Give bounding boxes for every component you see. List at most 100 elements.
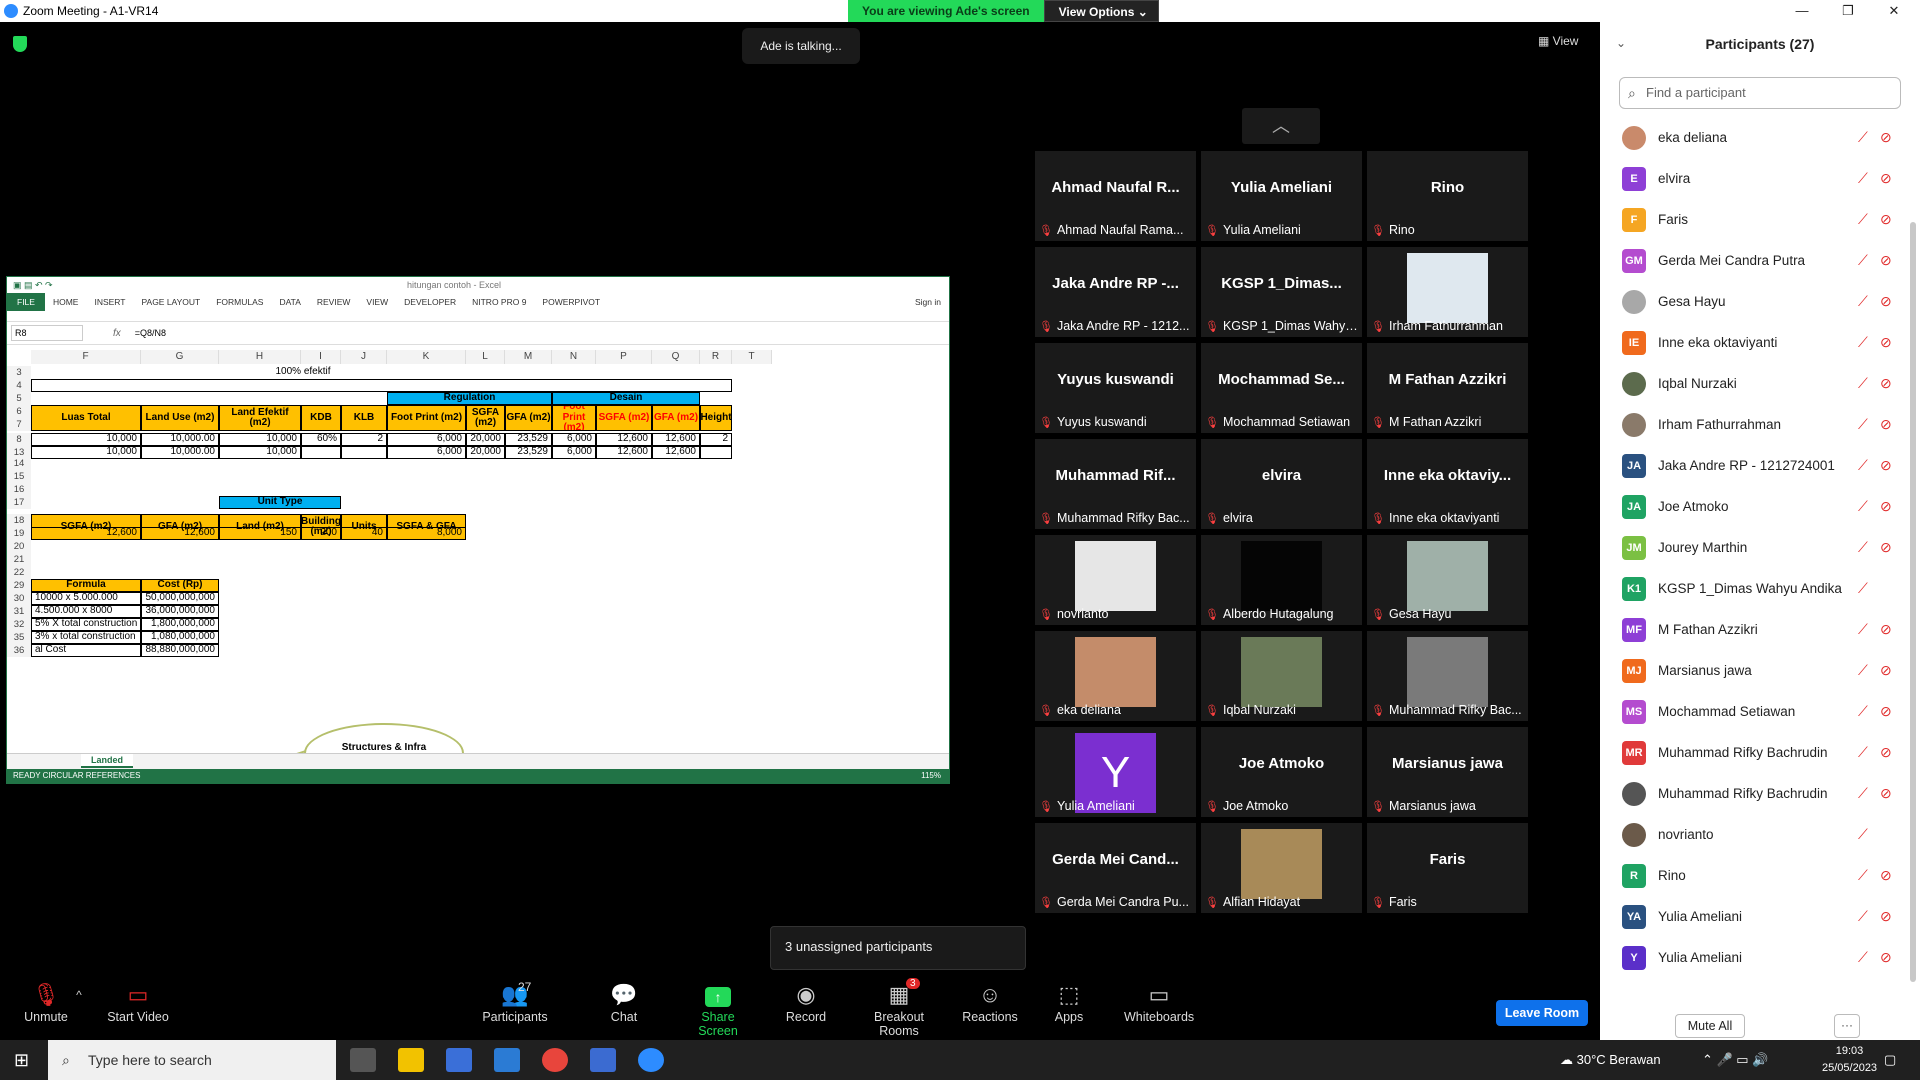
mail-icon[interactable] <box>494 1048 520 1072</box>
video-tile[interactable]: KGSP 1_Dimas... 🎙 KGSP 1_Dimas Wahyu... <box>1201 247 1362 337</box>
participants-button[interactable]: 👥 27 Participants <box>476 980 554 1024</box>
participants-panel-title: Participants (27) <box>1705 36 1815 52</box>
video-tile[interactable]: 🎙 novrianto <box>1035 535 1196 625</box>
tile-caption: 🎙 Alfian Hidayat <box>1205 895 1358 909</box>
row-header: 35 <box>7 631 31 644</box>
audio-options-caret[interactable]: ^ <box>72 980 86 1010</box>
participant-list-item[interactable]: Irham Fathurrahman ⟋ ⊘ <box>1600 404 1910 445</box>
video-tile[interactable]: Faris 🎙 Faris <box>1367 823 1528 913</box>
video-tile[interactable]: 🎙 Iqbal Nurzaki <box>1201 631 1362 721</box>
participant-list-item[interactable]: novrianto ⟋ <box>1600 814 1910 855</box>
close-button[interactable]: ✕ <box>1872 0 1916 22</box>
tile-caption: 🎙 Gesa Hayu <box>1371 607 1524 621</box>
video-tile[interactable]: M Fathan Azzikri 🎙 M Fathan Azzikri <box>1367 343 1528 433</box>
participant-list-item[interactable]: Iqbal Nurzaki ⟋ ⊘ <box>1600 363 1910 404</box>
table-cell: 40 <box>341 527 387 540</box>
video-tile[interactable]: Mochammad Se... 🎙 Mochammad Setiawan <box>1201 343 1362 433</box>
participant-list-item[interactable]: IE Inne eka oktaviyanti ⟋ ⊘ <box>1600 322 1910 363</box>
video-tile[interactable]: 🎙 Alberdo Hutagalung <box>1201 535 1362 625</box>
participant-list-item[interactable]: JM Jourey Marthin ⟋ ⊘ <box>1600 527 1910 568</box>
video-tile[interactable]: Rino 🎙 Rino <box>1367 151 1528 241</box>
weather-widget[interactable]: ☁ 30°C Berawan <box>1560 1040 1661 1080</box>
video-tile[interactable]: 🎙 Irham Fathurrahman <box>1367 247 1528 337</box>
record-button[interactable]: ◉ Record <box>782 980 830 1024</box>
tray-icons[interactable]: ⌃ 🎤 ▭ 🔊 <box>1702 1040 1768 1080</box>
maximize-button[interactable]: ❐ <box>1826 0 1870 22</box>
unmute-button[interactable]: 🎙 Unmute <box>14 980 78 1024</box>
participant-list-item[interactable]: Muhammad Rifky Bachrudin ⟋ ⊘ <box>1600 773 1910 814</box>
video-tile[interactable]: Joe Atmoko 🎙 Joe Atmoko <box>1201 727 1362 817</box>
participant-list-item[interactable]: JA Joe Atmoko ⟋ ⊘ <box>1600 486 1910 527</box>
leave-room-button[interactable]: Leave Room <box>1496 1000 1588 1026</box>
video-off-icon: ⊘ <box>1880 498 1892 514</box>
zoom-logo-icon <box>4 4 18 18</box>
document-app-icon[interactable] <box>590 1048 616 1072</box>
notification-icon[interactable]: ▢ <box>1884 1040 1896 1080</box>
participant-list-item[interactable]: MS Mochammad Setiawan ⟋ ⊘ <box>1600 691 1910 732</box>
breakout-rooms-button[interactable]: ▦ 3 Breakout Rooms <box>854 978 944 1038</box>
participant-list-item[interactable]: F Faris ⟋ ⊘ <box>1600 199 1910 240</box>
view-options-button[interactable]: View Options ⌄ <box>1043 0 1159 22</box>
participant-list-scrollbar[interactable] <box>1910 222 1916 982</box>
tile-caption-name: Muhammad Rifky Bac... <box>1056 511 1190 525</box>
minimize-button[interactable]: — <box>1780 0 1824 22</box>
taskbar-search-placeholder: Type here to search <box>88 1052 212 1068</box>
video-tile[interactable]: 🎙 Muhammad Rifky Bac... <box>1367 631 1528 721</box>
participant-list-item[interactable]: K1 KGSP 1_Dimas Wahyu Andika ⟋ <box>1600 568 1910 609</box>
video-tile[interactable]: Y 🎙 Yulia Ameliani <box>1035 727 1196 817</box>
breakout-badge: 3 <box>906 978 920 989</box>
video-tile[interactable]: Jaka Andre RP -... 🎙 Jaka Andre RP - 1212.… <box>1035 247 1196 337</box>
view-layout-button[interactable]: ▦ View <box>1538 34 1578 48</box>
excel-tab-2: INSERT <box>94 297 126 307</box>
avatar <box>1622 412 1646 437</box>
mute-all-button[interactable]: Mute All <box>1675 1014 1745 1038</box>
store-icon[interactable] <box>446 1048 472 1072</box>
video-tile[interactable]: Inne eka oktaviy... 🎙 Inne eka oktaviyanti <box>1367 439 1528 529</box>
start-video-button[interactable]: ▭ Start Video <box>100 980 176 1024</box>
participant-list-item[interactable]: YA Yulia Ameliani ⟋ ⊘ <box>1600 896 1910 937</box>
muted-mic-icon: ⟋ <box>1858 703 1868 719</box>
tile-caption-name: Yuyus kuswandi <box>1056 415 1147 429</box>
share-screen-button[interactable]: ↑ Share Screen <box>682 980 754 1038</box>
windows-start-icon[interactable]: ⊞ <box>14 1050 29 1071</box>
participant-list-item[interactable]: MR Muhammad Rifky Bachrudin ⟋ ⊘ <box>1600 732 1910 773</box>
video-tile[interactable]: Ahmad Naufal R... 🎙 Ahmad Naufal Rama... <box>1035 151 1196 241</box>
participant-list-item[interactable]: Eelvira ⟋ ⊘ <box>1600 158 1910 199</box>
taskbar-search-input[interactable]: ⌕ Type here to search <box>48 1040 336 1080</box>
more-options-button[interactable]: ··· <box>1834 1014 1860 1038</box>
video-tile[interactable]: elvira 🎙 elvira <box>1201 439 1362 529</box>
video-tile[interactable]: Yulia Ameliani 🎙 Yulia Ameliani <box>1201 151 1362 241</box>
file-explorer-icon[interactable] <box>398 1048 424 1072</box>
video-tile[interactable]: 🎙 eka deliana <box>1035 631 1196 721</box>
video-tile[interactable]: 🎙 Gesa Hayu <box>1367 535 1528 625</box>
participant-list-item[interactable]: MJ Marsianus jawa ⟋ ⊘ <box>1600 650 1910 691</box>
chat-button[interactable]: 💬 Chat <box>604 980 644 1024</box>
participant-list-item[interactable]: Gesa Hayu ⟋ ⊘ <box>1600 281 1910 322</box>
muted-mic-icon: 🎙 <box>1039 321 1053 333</box>
participant-list-item[interactable]: MF M Fathan Azzikri ⟋ ⊘ <box>1600 609 1910 650</box>
tile-caption: 🎙 Jaka Andre RP - 1212... <box>1039 319 1192 333</box>
chrome-icon[interactable] <box>542 1048 568 1072</box>
taskbar-clock[interactable]: 19:03 25/05/2023 <box>1822 1043 1877 1077</box>
participant-list-item[interactable]: eka deliana ⟋ ⊘ <box>1600 117 1910 158</box>
video-tile[interactable]: 🎙 Alfian Hidayat <box>1201 823 1362 913</box>
apps-button[interactable]: ⬚ Apps <box>1052 980 1086 1024</box>
video-tile[interactable]: Muhammad Rif... 🎙 Muhammad Rifky Bac... <box>1035 439 1196 529</box>
participant-list-item[interactable]: GM Gerda Mei Candra Putra ⟋ ⊘ <box>1600 240 1910 281</box>
zoom-app-icon[interactable] <box>638 1048 664 1072</box>
video-tile[interactable]: Gerda Mei Cand... 🎙 Gerda Mei Candra Pu... <box>1035 823 1196 913</box>
participant-list-item[interactable]: JA Jaka Andre RP - 1212724001 ⟋ ⊘ <box>1600 445 1910 486</box>
collapse-gallery-button[interactable]: ︿ <box>1242 108 1320 144</box>
participant-list-item[interactable]: Y Yulia Ameliani ⟋ ⊘ <box>1600 937 1910 975</box>
video-tile[interactable]: Marsianus jawa 🎙 Marsianus jawa <box>1367 727 1528 817</box>
task-view-icon[interactable] <box>350 1048 376 1072</box>
reactions-button[interactable]: ☺ Reactions <box>962 980 1018 1024</box>
table-header: Land Use (m2) <box>141 405 219 431</box>
whiteboards-button[interactable]: ▭ Whiteboards <box>1124 980 1194 1024</box>
table-cell: 12,600 <box>141 527 219 540</box>
avatar <box>1622 371 1646 396</box>
participant-list-item[interactable]: R Rino ⟋ ⊘ <box>1600 855 1910 896</box>
unassigned-participants-notice[interactable]: 3 unassigned participants <box>770 926 1026 970</box>
video-tile[interactable]: Yuyus kuswandi 🎙 Yuyus kuswandi <box>1035 343 1196 433</box>
participant-search-input[interactable]: ⌕ Find a participant <box>1619 77 1901 109</box>
